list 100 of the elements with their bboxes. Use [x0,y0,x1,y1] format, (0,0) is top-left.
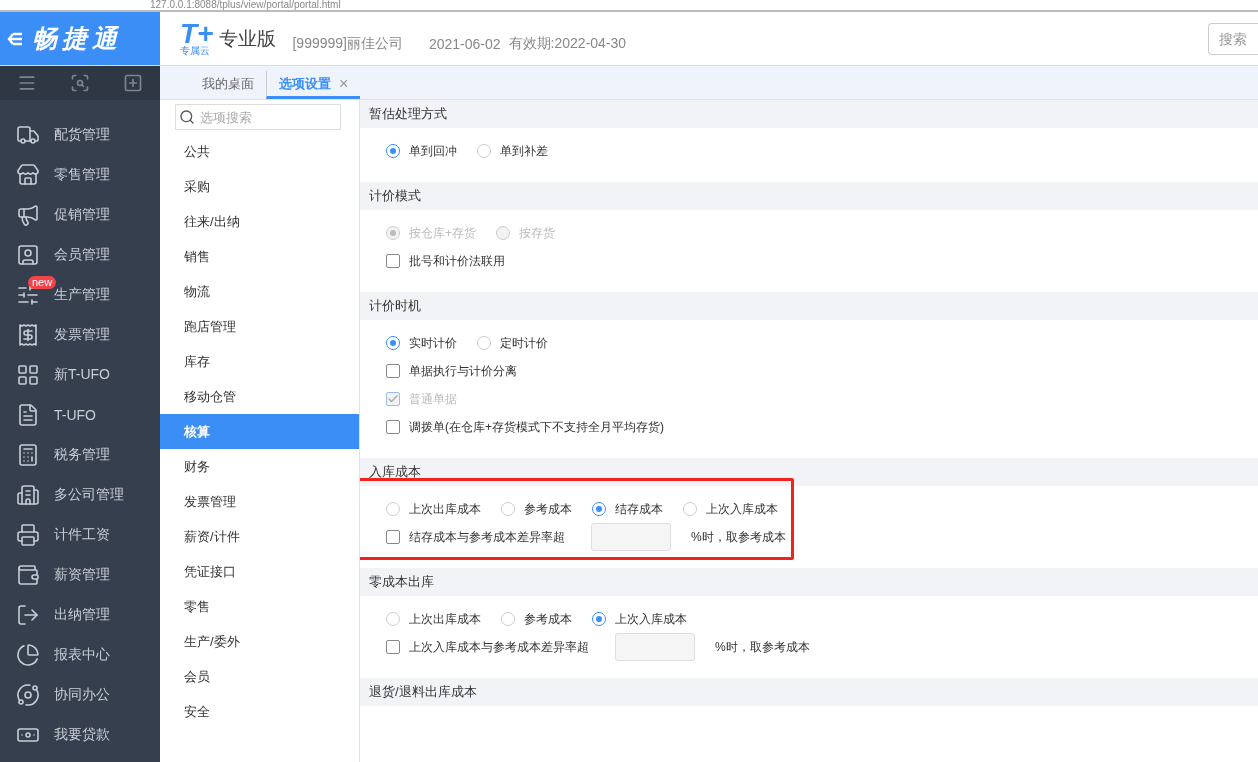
sidebar-item[interactable]: 零售管理 [0,155,160,195]
search-icon [179,109,195,125]
sidebar-item[interactable]: 生产管理 new [0,275,160,315]
radio-button[interactable] [386,612,400,626]
checkbox-option[interactable]: 单据执行与计价分离 [386,362,517,380]
sidebar-item[interactable]: 我要贷款 [0,715,160,755]
radio-option[interactable]: 定时计价 [477,334,548,352]
section-header: 零成本出库 [360,568,1258,596]
radio-button[interactable] [592,612,606,626]
truck-icon [16,123,40,147]
option-category[interactable]: 移动仓管 [160,379,359,414]
option-category[interactable]: 公共 [160,134,359,169]
option-category[interactable]: 跑店管理 [160,309,359,344]
checkbox-option[interactable]: 上次入库成本与参考成本差异率超 [386,638,589,656]
option-category[interactable]: 零售 [160,589,359,624]
sidebar-item[interactable]: 新T-UFO [0,355,160,395]
document-icon [16,403,40,427]
option-category[interactable]: 采购 [160,169,359,204]
add-window-icon[interactable] [123,73,144,93]
tab[interactable]: 我的桌面 [190,71,266,99]
checkbox-option[interactable]: 批号和计价法联用 [386,252,505,270]
radio-option[interactable]: 单到补差 [477,142,548,160]
percent-field[interactable] [591,523,671,551]
radio-button[interactable] [501,502,515,516]
sidebar-item[interactable]: 发票管理 [0,315,160,355]
option-search-field[interactable]: 选项搜索 [175,104,341,130]
section-header: 计价时机 [360,292,1258,320]
company-name: [999999]丽佳公司 [292,34,403,53]
option-category[interactable]: 安全 [160,694,359,729]
checkbox[interactable] [386,364,400,378]
radio-option[interactable]: 单到回冲 [386,142,457,160]
validity-date: 有效期:2022-04-30 [508,34,627,53]
option-category[interactable]: 库存 [160,344,359,379]
product-logo: T+ 专属云 [180,21,214,56]
section-header: 计价模式 [360,182,1258,210]
option-category[interactable]: 销售 [160,239,359,274]
option-category[interactable]: 往来/出纳 [160,204,359,239]
checkbox[interactable] [386,530,400,544]
option-category[interactable]: 会员 [160,659,359,694]
grid-icon [16,363,40,387]
radio-button[interactable] [477,144,491,158]
sidebar-item[interactable]: 配货管理 [0,115,160,155]
suffix-text: %时，取参考成本 [691,528,786,546]
edition-label: 专业版 [219,26,277,51]
radio-option[interactable]: 上次出库成本 [386,500,481,518]
percent-field[interactable] [615,633,695,661]
check-icon [387,393,399,405]
sidebar-item[interactable]: 薪资管理 [0,555,160,595]
address-bar-url[interactable]: 127.0.0.1:8088/tplus/view/portal/portal.html [150,0,341,10]
login-date: 2021-06-02 [428,35,501,52]
sidebar-item[interactable]: T-UFO [0,395,160,435]
radio-button[interactable] [386,144,400,158]
option-category[interactable]: 生产/委外 [160,624,359,659]
radio-button[interactable] [592,502,606,516]
section-header: 暂估处理方式 [360,100,1258,128]
building-icon [16,483,40,507]
radio-option[interactable]: 结存成本 [592,500,663,518]
sidebar-item[interactable]: 促销管理 [0,195,160,235]
checkbox[interactable] [386,254,400,268]
radio-button[interactable] [386,502,400,516]
radio-option[interactable]: 上次入库成本 [683,500,778,518]
sidebar-item[interactable]: 会员管理 [0,235,160,275]
radio-button[interactable] [386,336,400,350]
option-category[interactable]: 发票管理 [160,484,359,519]
radio-button[interactable] [683,502,697,516]
checkbox-option[interactable]: 调拨单(在仓库+存货模式下不支持全月平均存货) [386,418,664,436]
option-category[interactable]: 薪资/计件 [160,519,359,554]
radio-option[interactable]: 实时计价 [386,334,457,352]
radio-option[interactable]: 参考成本 [501,500,572,518]
option-category[interactable]: 物流 [160,274,359,309]
sidebar-item[interactable]: 报表中心 [0,635,160,675]
calculator-icon [16,443,40,467]
sidebar-item[interactable]: 协同办公 [0,675,160,715]
section-header: 退货/退料出库成本 [360,678,1258,706]
suffix-text: %时，取参考成本 [715,638,810,656]
receipt-icon [16,323,40,347]
sidebar-item[interactable]: 多公司管理 [0,475,160,515]
radio-option[interactable]: 上次入库成本 [592,610,687,628]
search-field[interactable]: 搜索 [1208,22,1258,55]
brand-name: 畅捷通 [32,23,122,54]
search-icon[interactable] [70,73,90,93]
radio-button[interactable] [501,612,515,626]
radio-option[interactable]: 上次出库成本 [386,610,481,628]
user-card-icon [16,243,40,267]
megaphone-icon [16,203,40,227]
printer-icon [16,523,40,547]
radio-button[interactable] [477,336,491,350]
checkbox[interactable] [386,640,400,654]
option-category[interactable]: 凭证接口 [160,554,359,589]
radio-option[interactable]: 参考成本 [501,610,572,628]
sidebar-item[interactable]: 计件工资 [0,515,160,555]
option-category[interactable]: 财务 [160,449,359,484]
sidebar-item[interactable]: 出纳管理 [0,595,160,635]
exit-icon [16,603,40,627]
sidebar-item[interactable]: 税务管理 [0,435,160,475]
checkbox[interactable] [386,420,400,434]
wallet-icon [16,563,40,587]
section-header: 入库成本 [360,458,1258,486]
checkbox-option[interactable]: 结存成本与参考成本差异率超 [386,528,565,546]
new-badge: new [28,276,57,289]
